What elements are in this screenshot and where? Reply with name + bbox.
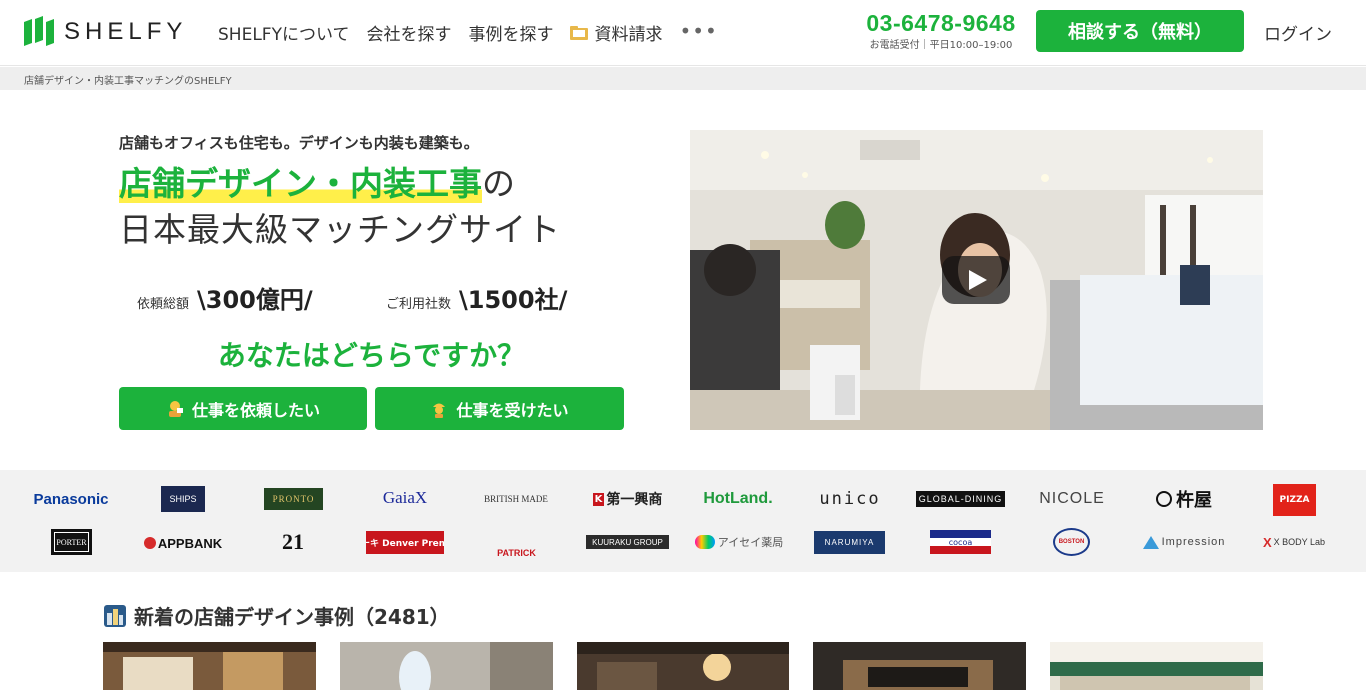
- logo-cocoa: cocoa: [930, 530, 991, 554]
- video-play-button[interactable]: [942, 256, 1010, 304]
- request-work-label: 仕事を依頼したい: [191, 400, 320, 420]
- login-link[interactable]: ログイン: [1264, 20, 1332, 45]
- daiichikosho-mark: K: [592, 492, 605, 506]
- case-thumbnail[interactable]: [103, 642, 316, 690]
- hero-title-line1: 店舗デザイン・内装工事の: [119, 162, 515, 206]
- case-image: [103, 642, 316, 690]
- logo-ships: SHIPS: [161, 486, 205, 512]
- stat-label: ご利用社数: [386, 297, 452, 312]
- stat-total-requests: 依頼総額 \300億円/: [137, 280, 313, 315]
- hero-question: あなたはどちらですか？: [217, 339, 526, 372]
- appbank-mark: [143, 537, 156, 549]
- daiichikosho-text: 第一興商: [606, 492, 663, 508]
- nav-find-cases[interactable]: 事例を探す: [468, 20, 553, 45]
- main-nav: SHELFYについて 会社を探す 事例を探す 資料請求 •••: [218, 19, 735, 46]
- receive-work-button[interactable]: 仕事を受けたい: [375, 387, 624, 430]
- client-logos: Panasonic SHIPS PRONTO GaiaX BRITISH MAD…: [0, 470, 1366, 572]
- case-thumbnail[interactable]: [1050, 642, 1263, 690]
- stat-value: \300億円/: [197, 286, 313, 314]
- logo-hotland: HotLand.: [703, 490, 773, 507]
- folder-icon: [570, 25, 589, 40]
- nav-request-docs-label: 資料請求: [594, 25, 663, 45]
- logo-appbank: APPBANK: [143, 533, 223, 553]
- request-work-button[interactable]: 仕事を依頼したい: [119, 387, 367, 430]
- phone-contact[interactable]: 03-6478-9648 お電話受付｜平日10:00–19:00: [856, 10, 1026, 51]
- logo-gaiax: GaiaX: [382, 488, 428, 507]
- hero-title-line2: 日本最大級マッチングサイト: [119, 210, 561, 249]
- xbody-text: X BODY Lab: [1273, 537, 1325, 547]
- stat-value: \1500社/: [459, 286, 568, 314]
- logo-global-dining: GLOBAL-DINING: [916, 491, 1005, 507]
- hero-title-suffix: の: [482, 164, 515, 203]
- logo-pizza: PIZZA: [1273, 484, 1316, 516]
- case-image: [340, 642, 553, 690]
- impression-text: Impression: [1161, 536, 1225, 548]
- logo-pronto: PRONTO: [264, 488, 323, 510]
- consult-button[interactable]: 相談する（無料）: [1036, 10, 1244, 52]
- logo-21: 21: [282, 529, 304, 554]
- logo-text: SHELFY: [64, 18, 188, 45]
- case-thumbnail[interactable]: [577, 642, 789, 690]
- logo-denver-premium: ステーキ Denver Premium: [366, 531, 444, 554]
- appbank-text: APPBANK: [157, 535, 223, 551]
- logo-unico: unico: [819, 489, 881, 509]
- nav-find-cases-label: 事例を探す: [468, 25, 554, 45]
- request-icon: [168, 400, 183, 417]
- logo-daiichikosho: K 第一興商: [586, 488, 669, 510]
- kineya-mark: [1156, 491, 1172, 507]
- new-cases-heading: 新着の店舗デザイン事例（2481）: [104, 601, 450, 630]
- new-cases-title: 新着の店舗デザイン事例（2481）: [134, 605, 450, 629]
- phone-hours: お電話受付｜平日10:00–19:00: [869, 40, 1013, 51]
- nav-request-docs[interactable]: 資料請求: [570, 20, 662, 45]
- more-icon[interactable]: •••: [679, 19, 717, 43]
- case-thumbnail[interactable]: [340, 642, 553, 690]
- kineya-text: 杵屋: [1176, 490, 1212, 511]
- case-thumbnail[interactable]: [813, 642, 1026, 690]
- case-image: [1050, 642, 1263, 690]
- nav-about-label: SHELFYについて: [218, 25, 350, 45]
- logo-xbody: XX BODY Lab: [1263, 532, 1325, 552]
- nav-find-company-label: 会社を探す: [366, 25, 452, 45]
- logo-impression: Impression: [1143, 533, 1225, 551]
- logo-kuuraku: KUURAKU GROUP: [586, 535, 669, 549]
- nav-about[interactable]: SHELFYについて: [218, 20, 349, 45]
- worker-icon: [433, 403, 446, 418]
- case-image: [577, 642, 789, 690]
- logo-british-made: BRITISH MADE: [484, 494, 548, 504]
- logo-nicole: NICOLE: [1039, 490, 1105, 507]
- nav-find-company[interactable]: 会社を探す: [366, 20, 451, 45]
- case-image: [813, 642, 1026, 690]
- logo-kineya: 杵屋: [1155, 486, 1213, 512]
- hero-subtitle: 店舗もオフィスも住宅も。デザインも内装も建築も。: [119, 134, 479, 152]
- stat-label: 依頼総額: [137, 297, 190, 312]
- logo-narumiya: NARUMIYA: [814, 531, 885, 554]
- logo-patrick: PATRICK: [497, 548, 536, 558]
- logo-panasonic: Panasonic: [33, 490, 109, 508]
- logo-aisei: アイセイ薬局: [692, 532, 786, 552]
- city-icon: [104, 604, 126, 627]
- aisei-text: アイセイ薬局: [717, 536, 784, 549]
- shelfy-logo[interactable]: SHELFY: [24, 15, 187, 49]
- aisei-mark: [694, 535, 715, 549]
- hero-title-highlight: 店舗デザイン・内装工事: [119, 164, 482, 203]
- logo-porter: PORTER: [51, 529, 92, 555]
- breadcrumb[interactable]: 店舗デザイン・内装工事マッチングのSHELFY: [24, 72, 232, 87]
- shelfy-logo-icon: [24, 16, 54, 46]
- phone-number[interactable]: 03-6478-9648: [856, 10, 1026, 36]
- impression-mark: [1143, 535, 1159, 549]
- logo-boston: BOSTON: [1053, 528, 1090, 556]
- receive-work-label: 仕事を受けたい: [456, 400, 569, 420]
- xbody-mark: X: [1263, 534, 1272, 550]
- site-header: SHELFY SHELFYについて 会社を探す 事例を探す 資料請求 ••• 0…: [0, 0, 1366, 66]
- breadcrumb-bar: 店舗デザイン・内装工事マッチングのSHELFY: [0, 67, 1366, 90]
- stat-companies: ご利用社数 \1500社/: [386, 280, 567, 315]
